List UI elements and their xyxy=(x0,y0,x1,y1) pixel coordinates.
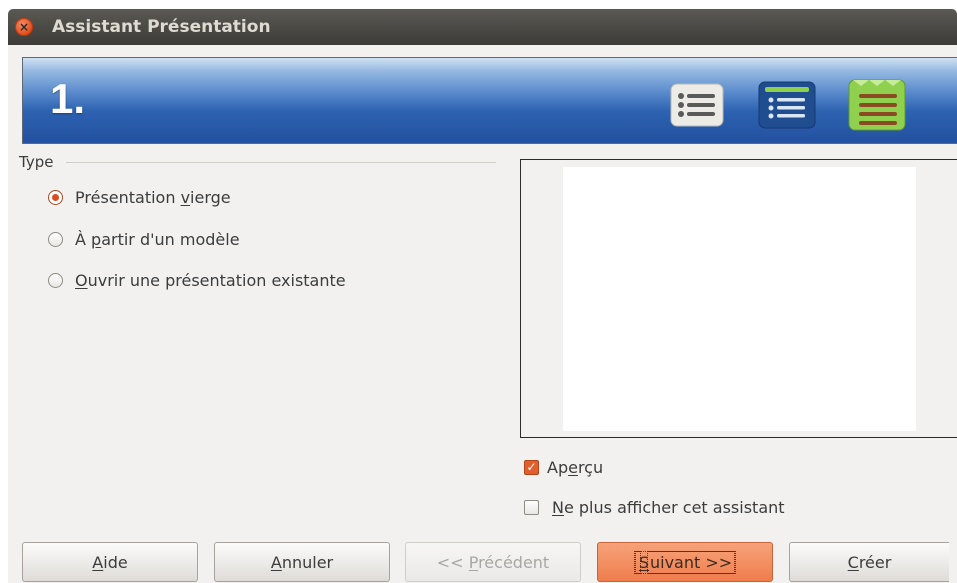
bulleted-list-green-icon xyxy=(848,79,906,131)
create-button[interactable]: Créer xyxy=(789,542,949,582)
radio-label-open-existing: Ouvrir une présentation existante xyxy=(75,270,346,290)
checkbox-label-preview: Aperçu xyxy=(547,457,604,477)
radio-label-template: À partir d'un modèle xyxy=(75,229,240,249)
title-bar: × Assistant Présentation xyxy=(8,9,957,45)
window-title: Assistant Présentation xyxy=(52,17,271,37)
checkbox-checked[interactable]: ✓ xyxy=(524,459,539,475)
checkbox-no-show[interactable]: Ne plus afficher cet assistant xyxy=(524,496,785,518)
next-button[interactable]: Suivant >> xyxy=(597,542,773,582)
close-icon[interactable]: × xyxy=(15,18,33,36)
radio-blank-presentation[interactable]: Présentation vierge xyxy=(48,186,231,208)
checkbox-unchecked[interactable] xyxy=(524,499,539,515)
cancel-button[interactable]: Annuler xyxy=(214,542,390,582)
step-number: 1. xyxy=(50,75,86,122)
preview-page xyxy=(563,167,916,431)
radio-button[interactable] xyxy=(48,272,63,288)
wizard-dialog: 1. Type Présentation vierge À partir d'u… xyxy=(8,45,957,583)
help-button[interactable]: Aide xyxy=(22,542,198,582)
type-group-label: Type xyxy=(19,153,54,171)
wizard-banner: 1. xyxy=(22,57,957,144)
previous-button[interactable]: << Précédent xyxy=(405,542,581,582)
bulleted-list-gray-icon xyxy=(670,83,724,127)
checkbox-label-no-show: Ne plus afficher cet assistant xyxy=(552,497,785,517)
preview-frame xyxy=(520,159,957,438)
checkbox-preview[interactable]: ✓ Aperçu xyxy=(524,456,603,478)
radio-label-blank: Présentation vierge xyxy=(75,187,231,207)
radio-from-template[interactable]: À partir d'un modèle xyxy=(48,228,240,250)
radio-button-checked[interactable] xyxy=(48,189,63,205)
radio-open-existing[interactable]: Ouvrir une présentation existante xyxy=(48,269,346,291)
radio-button[interactable] xyxy=(48,231,63,247)
bulleted-list-blue-icon xyxy=(758,81,816,129)
group-divider xyxy=(66,162,496,163)
